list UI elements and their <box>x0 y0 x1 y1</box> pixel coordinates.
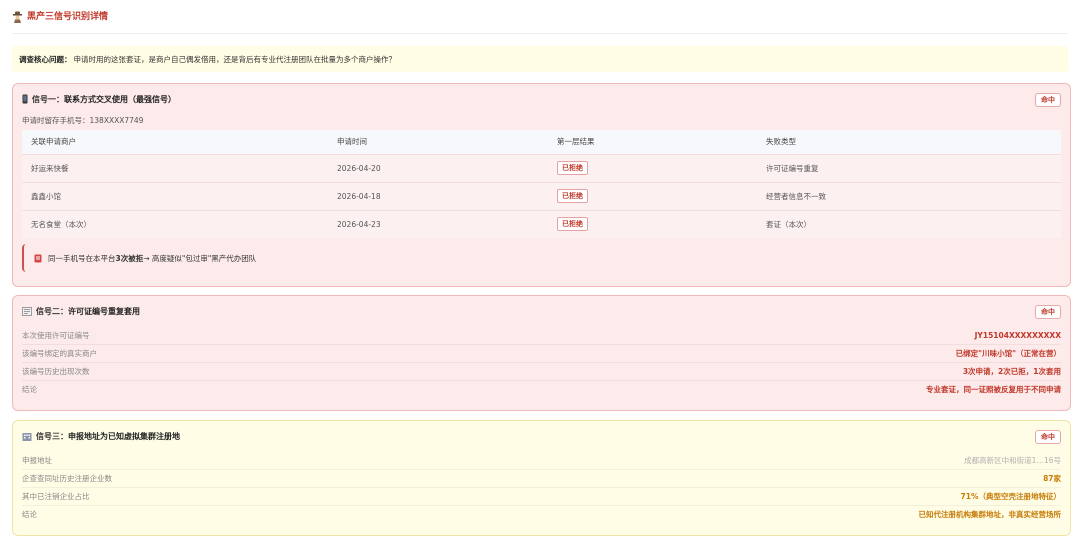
kv-row: 该编号历史出现次数 3次申请，2次已拒，1次套用 <box>22 362 1061 380</box>
callout-bold: 3次被拒 <box>115 253 144 263</box>
signal2-hit-badge: 命中 <box>1035 305 1061 319</box>
signal1-prefix: 信号一： <box>32 94 64 104</box>
rejected-badge: 已拒绝 <box>557 189 588 203</box>
kv-value: 成都高新区中和街道1…16号 <box>964 455 1061 465</box>
signal2-title: 许可证编号重复套用 <box>68 306 140 316</box>
core-question-text: 申请时用的这张套证，是商户自己偶发借用，还是背后有专业代注册团队在批量为多个商户… <box>73 54 397 64</box>
signal3-title: 申报地址为已知虚拟集群注册地 <box>68 431 180 441</box>
kv-row: 申报地址 成都高新区中和街道1…16号 <box>22 451 1061 469</box>
document-icon <box>22 306 32 316</box>
kv-row: 该编号绑定的真实商户 已绑定"川味小馆"（正常在营） <box>22 344 1061 362</box>
date-cell: 2026-04-23 <box>328 209 548 238</box>
date-cell: 2026-04-18 <box>328 181 548 210</box>
fail-type-cell: 许可证编号重复 <box>757 153 1061 182</box>
kv-value: 已绑定"川味小馆"（正常在营） <box>955 349 1061 358</box>
merchant-cell: 鑫鑫小馆 <box>22 181 328 210</box>
core-question-banner: 调查核心问题： 申请时用的这张套证，是商户自己偶发借用，还是背后有专业代注册团队… <box>12 46 1068 72</box>
fail-type-cell: 套证（本次） <box>757 209 1061 238</box>
kv-key: 结论 <box>22 385 37 394</box>
kv-row: 其中已注销企业占比 71%（典型空壳注册地特征） <box>22 487 1061 505</box>
result-cell: 已拒绝 <box>548 181 757 210</box>
result-cell: 已拒绝 <box>548 153 757 182</box>
signal1-phone-label: 申请时留存手机号：138XXXX7749 <box>22 116 144 125</box>
core-question-label: 调查核心问题： <box>19 54 72 64</box>
signal1-header: 信号一： 联系方式交叉使用（最强信号） 命中 <box>22 84 1061 114</box>
signal3-hit-badge: 命中 <box>1035 430 1061 444</box>
kv-key: 申报地址 <box>22 455 52 465</box>
kv-value: JY15104XXXXXXXXX <box>974 330 1061 340</box>
signal1-hit-badge: 命中 <box>1035 93 1061 107</box>
kv-value: 87家 <box>1043 474 1061 483</box>
kv-key: 该编号历史出现次数 <box>22 367 90 376</box>
phone-icon <box>22 94 28 104</box>
merchant-cell: 无名食堂（本次） <box>22 209 328 238</box>
signal2-prefix: 信号二： <box>36 306 68 316</box>
signal2-header: 信号二： 许可证编号重复套用 命中 <box>22 296 1061 326</box>
kv-row: 本次使用许可证编号 JY15104XXXXXXXXX <box>22 326 1061 344</box>
col-header-fail-type: 失败类型 <box>757 130 1061 154</box>
building-icon <box>22 432 32 441</box>
kv-row: 结论 专业套证，同一证照被反复用于不同申请 <box>22 380 1061 398</box>
kv-value: 专业套证，同一证照被反复用于不同申请 <box>926 385 1061 394</box>
detective-icon <box>13 11 22 23</box>
kv-key: 企查查同址历史注册企业数 <box>22 474 112 483</box>
signal2-card: 信号二： 许可证编号重复套用 命中 本次使用许可证编号 JY15104XXXXXXX… <box>12 295 1071 411</box>
rejected-badge: 已拒绝 <box>557 217 588 232</box>
signal3-header: 信号三： 申报地址为已知虚拟集群注册地 命中 <box>22 421 1061 451</box>
kv-row: 企查查同址历史注册企业数 87家 <box>22 469 1061 487</box>
table-row: 好运来快餐 2026-04-20 已拒绝 许可证编号重复 <box>22 153 1061 182</box>
col-header-result: 第一层结果 <box>548 130 757 154</box>
table-row: 鑫鑫小馆 2026-04-18 已拒绝 经营者信息不一致 <box>22 181 1061 210</box>
col-header-merchant: 关联申请商户 <box>22 130 328 154</box>
signal1-title: 联系方式交叉使用（最强信号） <box>64 94 176 104</box>
callout-prefix: 同一手机号在本平台 <box>48 253 116 263</box>
kv-value: 3次申请，2次已拒，1次套用 <box>962 367 1061 376</box>
merchant-cell: 好运来快餐 <box>22 153 328 182</box>
table-header-row: 关联申请商户 申请时间 第一层结果 失败类型 <box>22 130 1061 154</box>
signal3-rows: 申报地址 成都高新区中和街道1…16号 企查查同址历史注册企业数 87家 其中已注销… <box>22 451 1061 523</box>
page-title: 黑产三信号识别详情 <box>27 12 109 22</box>
kv-key: 结论 <box>22 510 37 519</box>
kv-key: 该编号绑定的真实商户 <box>22 349 97 358</box>
signal2-rows: 本次使用许可证编号 JY15104XXXXXXXXX 该编号绑定的真实商户 已绑定"… <box>22 326 1061 398</box>
signal3-card: 信号三： 申报地址为已知虚拟集群注册地 命中 申报地址 成都高新区中和街道1…16号… <box>12 420 1071 536</box>
table-row: 无名食堂（本次） 2026-04-23 已拒绝 套证（本次） <box>22 209 1061 238</box>
col-header-date: 申请时间 <box>328 130 548 154</box>
kv-key: 本次使用许可证编号 <box>22 330 90 340</box>
date-cell: 2026-04-20 <box>328 153 548 182</box>
callout-suffix: → 高度疑似"包过审"黑产代办团队 <box>143 253 257 263</box>
kv-row: 结论 已知代注册机构集群地址，非真实经营场所 <box>22 505 1061 523</box>
signal1-callout: 同一手机号在本平台 3次被拒 → 高度疑似"包过审"黑产代办团队 <box>22 244 1061 272</box>
signal3-prefix: 信号三： <box>36 431 68 441</box>
kv-key: 其中已注销企业占比 <box>22 492 90 501</box>
result-cell: 已拒绝 <box>548 209 757 238</box>
signal1-card: 信号一： 联系方式交叉使用（最强信号） 命中 申请时留存手机号：138XXXX77… <box>12 83 1071 287</box>
kv-value: 已知代注册机构集群地址，非真实经营场所 <box>918 510 1062 519</box>
alert-icon <box>34 254 42 262</box>
fail-type-cell: 经营者信息不一致 <box>757 181 1061 210</box>
page-header: 黑产三信号识别详情 <box>12 10 1068 34</box>
signal1-table: 关联申请商户 申请时间 第一层结果 失败类型 好运来快餐 2026-04-20 … <box>22 130 1061 238</box>
kv-value: 71%（典型空壳注册地特征） <box>960 492 1061 501</box>
rejected-badge: 已拒绝 <box>557 161 588 175</box>
